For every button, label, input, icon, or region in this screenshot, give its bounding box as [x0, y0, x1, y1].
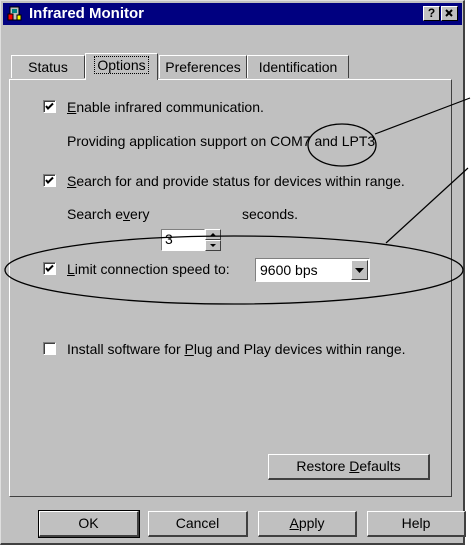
dialog-window: Infrared Monitor ? Status Options Prefer… [0, 0, 466, 545]
check-icon [45, 176, 54, 184]
application-support-text: Providing application support on COM7 an… [67, 133, 376, 149]
chevron-down-icon [355, 268, 364, 273]
enable-infrared-label[interactable]: Enable infrared communication. [67, 99, 264, 115]
apply-button[interactable]: Apply [258, 511, 357, 537]
enable-infrared-checkbox[interactable] [43, 100, 56, 113]
tab-identification-label: Identification [258, 59, 338, 75]
tab-status[interactable]: Status [11, 55, 85, 78]
arrow-up-icon [210, 233, 216, 236]
window-title: Infrared Monitor [29, 5, 144, 22]
tab-preferences[interactable]: Preferences [159, 55, 247, 78]
tab-options-label: Options [94, 56, 149, 74]
options-panel: Enable infrared communication. Providing… [9, 79, 452, 497]
limit-speed-label[interactable]: Limit connection speed to: [67, 261, 230, 277]
search-every-label: Search every [67, 206, 150, 222]
title-bar[interactable]: Infrared Monitor ? [3, 3, 462, 25]
connection-speed-select[interactable]: 9600 bps [255, 258, 370, 282]
limit-speed-checkbox[interactable] [43, 262, 56, 275]
spin-down-button[interactable] [205, 240, 221, 251]
tab-status-label: Status [28, 59, 68, 75]
cancel-button[interactable]: Cancel [148, 511, 248, 537]
seconds-label: seconds. [242, 206, 299, 222]
install-software-label[interactable]: Install software for Plug and Play devic… [67, 341, 406, 357]
restore-defaults-button[interactable]: Restore Defaults [268, 454, 430, 480]
tab-preferences-label: Preferences [165, 59, 241, 75]
search-devices-checkbox[interactable] [43, 174, 56, 187]
arrow-down-icon [210, 244, 216, 247]
tab-identification[interactable]: Identification [247, 55, 349, 78]
check-icon [45, 264, 54, 272]
tab-strip: Status Options Preferences Identificatio… [9, 53, 449, 80]
search-interval-input[interactable]: 3 [161, 229, 205, 251]
infrared-monitor-icon [7, 6, 22, 21]
speed-dropdown-button[interactable] [351, 260, 368, 280]
close-title-button[interactable] [441, 6, 458, 21]
close-icon [445, 9, 453, 17]
connection-speed-value: 9600 bps [260, 262, 318, 278]
install-software-checkbox[interactable] [43, 342, 56, 355]
help-button[interactable]: Help [367, 511, 466, 537]
tab-options[interactable]: Options [85, 53, 158, 80]
spin-up-button[interactable] [205, 229, 221, 240]
check-icon [45, 102, 54, 110]
ok-button[interactable]: OK [38, 510, 140, 538]
search-devices-label[interactable]: Search for and provide status for device… [67, 173, 405, 189]
help-title-button[interactable]: ? [423, 6, 440, 21]
search-interval-spinner[interactable] [205, 229, 221, 251]
